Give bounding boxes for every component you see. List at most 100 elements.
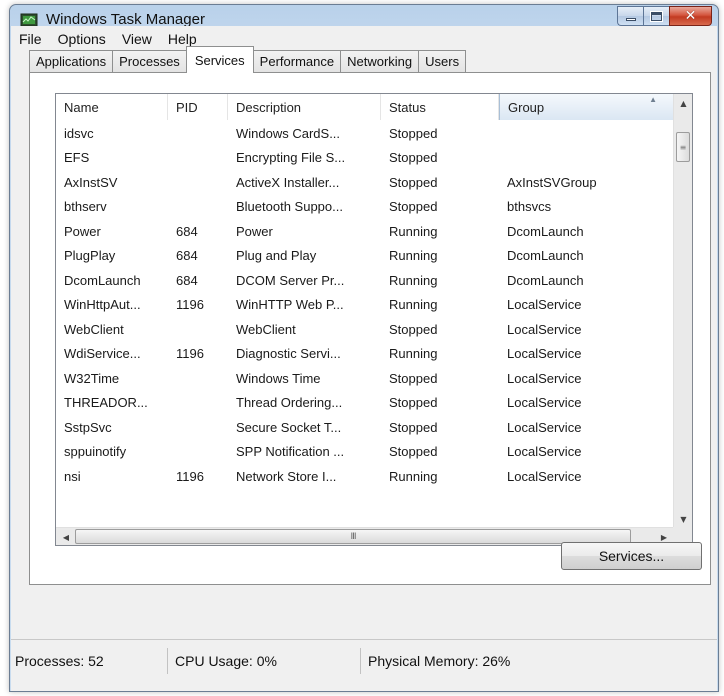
- maximize-button[interactable]: [643, 6, 669, 26]
- cell-pid: 684: [176, 272, 198, 288]
- task-manager-window: Windows Task Manager ✕ File Options View…: [9, 4, 719, 692]
- cell-name: PlugPlay: [64, 248, 116, 264]
- maximize-icon: [650, 10, 663, 22]
- column-header-group-label: Group: [508, 99, 545, 115]
- vertical-scroll-thumb[interactable]: ≡: [676, 132, 690, 162]
- table-row[interactable]: idsvc Windows CardS... Stopped: [56, 121, 674, 146]
- cell-status: Stopped: [389, 395, 438, 411]
- cell-description: Plug and Play: [236, 248, 317, 264]
- cell-name: W32Time: [64, 370, 120, 386]
- table-row[interactable]: sppuinotify SPP Notification ... Stopped Lo…: [56, 440, 674, 465]
- cell-group: DcomLaunch: [507, 272, 584, 288]
- scroll-up-arrow-icon[interactable]: ▲: [674, 94, 692, 112]
- scroll-down-arrow-icon[interactable]: ▼: [674, 510, 692, 528]
- cell-name: WebClient: [64, 321, 124, 337]
- cell-description: WinHTTP Web P...: [236, 297, 344, 313]
- cell-group: LocalService: [507, 346, 582, 362]
- column-header-group[interactable]: Group ▲: [499, 94, 674, 120]
- cell-group: LocalService: [507, 419, 582, 435]
- menu-help[interactable]: Help: [160, 31, 205, 47]
- tab-services[interactable]: Services: [185, 46, 254, 73]
- status-cpu-usage: CPU Usage: 0%: [171, 648, 361, 674]
- cell-name: Power: [64, 223, 101, 239]
- services-button[interactable]: Services...: [561, 542, 702, 570]
- table-row[interactable]: THREADOR... Thread Ordering... Stopped Loca…: [56, 391, 674, 416]
- cell-description: Windows CardS...: [236, 125, 341, 141]
- cell-description: Encrypting File S...: [236, 150, 346, 166]
- cell-status: Stopped: [389, 150, 438, 166]
- tab-processes[interactable]: Processes: [112, 50, 187, 72]
- table-row[interactable]: WinHttpAut... 1196 WinHTTP Web P... Running…: [56, 293, 674, 318]
- sort-ascending-icon: ▲: [649, 95, 657, 104]
- cell-name: idsvc: [64, 125, 94, 141]
- cell-description: WebClient: [236, 321, 296, 337]
- horizontal-scroll-thumb[interactable]: III: [75, 529, 631, 544]
- cell-name: WinHttpAut...: [64, 297, 141, 313]
- cell-group: LocalService: [507, 395, 582, 411]
- cell-group: bthsvcs: [507, 199, 552, 215]
- column-header-status[interactable]: Status: [381, 94, 499, 120]
- cell-pid: 1196: [176, 297, 204, 313]
- tab-applications[interactable]: Applications: [29, 50, 114, 72]
- cell-status: Stopped: [389, 370, 438, 386]
- minimize-button[interactable]: [617, 6, 643, 26]
- menu-options[interactable]: Options: [50, 31, 114, 47]
- cell-status: Stopped: [389, 125, 438, 141]
- cell-name: DcomLaunch: [64, 272, 141, 288]
- caption-buttons: ✕: [617, 6, 712, 27]
- table-row[interactable]: Power 684 Power Running DcomLaunch: [56, 219, 674, 244]
- cell-description: Secure Socket T...: [236, 419, 342, 435]
- table-row[interactable]: bthserv Bluetooth Suppo... Stopped bthsvcs: [56, 195, 674, 220]
- column-header-name[interactable]: Name: [56, 94, 168, 120]
- status-processes: Processes: 52: [11, 648, 168, 674]
- cell-description: DCOM Server Pr...: [236, 272, 345, 288]
- scroll-left-arrow-icon[interactable]: ◀: [58, 529, 74, 545]
- table-row[interactable]: SstpSvc Secure Socket T... Stopped LocalSer…: [56, 415, 674, 440]
- vertical-scrollbar[interactable]: ▲ ≡ ▼: [673, 94, 692, 528]
- cell-description: Network Store I...: [236, 468, 337, 484]
- menu-file[interactable]: File: [11, 31, 50, 47]
- cell-status: Stopped: [389, 199, 438, 215]
- cell-name: SstpSvc: [64, 419, 112, 435]
- table-row[interactable]: W32Time Windows Time Stopped LocalService: [56, 366, 674, 391]
- cell-name: AxInstSV: [64, 174, 118, 190]
- cell-description: ActiveX Installer...: [236, 174, 340, 190]
- cell-status: Running: [389, 248, 438, 264]
- cell-status: Stopped: [389, 174, 438, 190]
- column-header-description[interactable]: Description: [228, 94, 381, 120]
- close-icon: ✕: [684, 8, 697, 24]
- cell-name: WdiService...: [64, 346, 141, 362]
- table-row[interactable]: WdiService... 1196 Diagnostic Servi... Runn…: [56, 342, 674, 367]
- cell-group: LocalService: [507, 297, 582, 313]
- status-bar: Processes: 52 CPU Usage: 0% Physical Mem…: [11, 639, 717, 691]
- cell-status: Running: [389, 346, 438, 362]
- status-physical-memory: Physical Memory: 26%: [368, 653, 511, 669]
- list-rows: idsvc Windows CardS... Stopped EFS Encrypti…: [56, 121, 674, 489]
- list-header: Name PID Description Status Group ▲: [56, 94, 674, 120]
- cell-group: LocalService: [507, 321, 582, 337]
- cell-description: Windows Time: [236, 370, 321, 386]
- table-row[interactable]: AxInstSV ActiveX Installer... Stopped AxIns…: [56, 170, 674, 195]
- cell-status: Running: [389, 223, 438, 239]
- services-list[interactable]: Name PID Description Status Group ▲ idsv…: [55, 93, 693, 546]
- cell-group: DcomLaunch: [507, 223, 584, 239]
- cell-group: LocalService: [507, 370, 582, 386]
- table-row[interactable]: nsi 1196 Network Store I... Running LocalSer…: [56, 464, 674, 489]
- tab-users[interactable]: Users: [418, 50, 467, 72]
- table-row[interactable]: EFS Encrypting File S... Stopped: [56, 146, 674, 171]
- cell-description: Thread Ordering...: [236, 395, 343, 411]
- tab-strip: Applications Processes Services Performa…: [29, 46, 467, 73]
- close-button[interactable]: ✕: [669, 6, 712, 26]
- tab-networking[interactable]: Networking: [340, 50, 420, 72]
- cell-pid: 1196: [176, 468, 204, 484]
- column-header-pid[interactable]: PID: [168, 94, 228, 120]
- cell-description: Power: [236, 223, 273, 239]
- table-row[interactable]: WebClient WebClient Stopped LocalService: [56, 317, 674, 342]
- cell-name: THREADOR...: [64, 395, 148, 411]
- cell-group: DcomLaunch: [507, 248, 584, 264]
- table-row[interactable]: DcomLaunch 684 DCOM Server Pr... Running Dco…: [56, 268, 674, 293]
- menu-view[interactable]: View: [114, 31, 160, 47]
- table-row[interactable]: PlugPlay 684 Plug and Play Running DcomLaunc…: [56, 244, 674, 269]
- cell-description: SPP Notification ...: [236, 444, 345, 460]
- tab-performance[interactable]: Performance: [252, 50, 342, 72]
